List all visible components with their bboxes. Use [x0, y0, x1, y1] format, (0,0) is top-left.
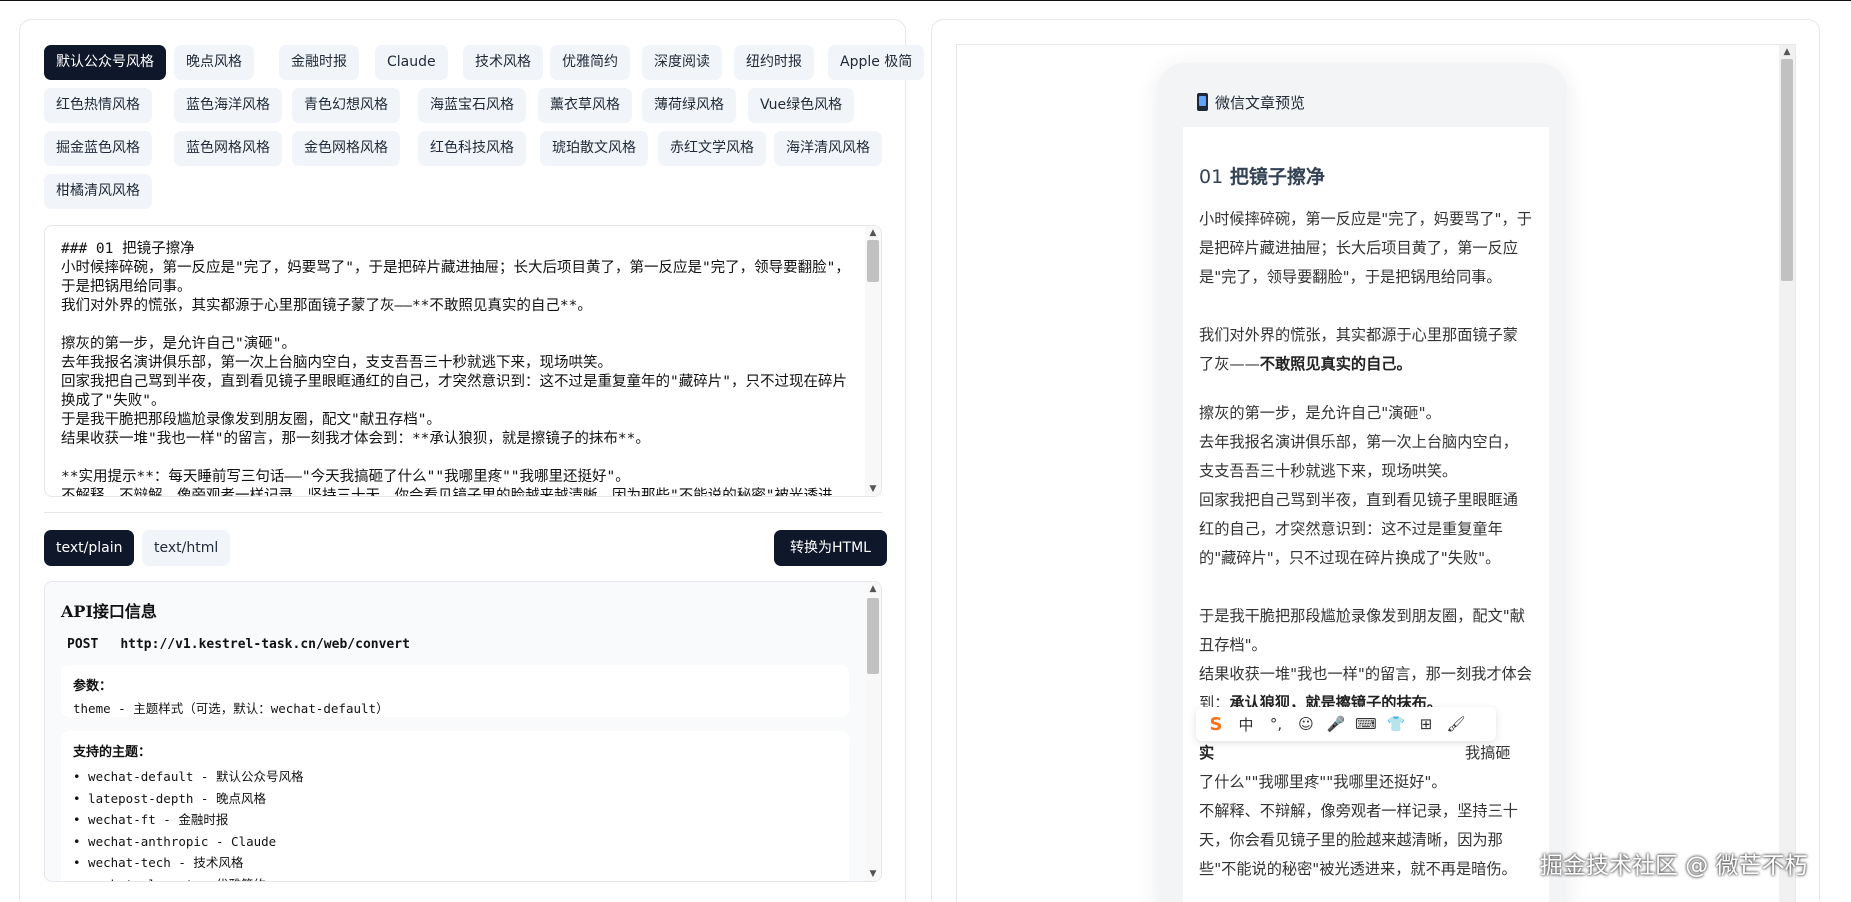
theme-chip[interactable]: 赤红文学风格	[658, 131, 766, 166]
ime-punctuation-icon[interactable]: °,	[1264, 712, 1288, 736]
theme-list-item: • latepost-depth - 晚点风格	[73, 790, 266, 806]
api-info-panel: API接口信息 POST http://v1.kestrel-task.cn/we…	[44, 581, 882, 882]
ime-chinese-mode[interactable]: 中	[1234, 712, 1258, 736]
editor-scrollbar[interactable]: ▲ ▼	[865, 226, 881, 496]
theme-chip[interactable]: 柑橘清风风格	[44, 174, 152, 209]
theme-chip[interactable]: 蓝色海洋风格	[174, 88, 282, 123]
phone-frame: 微信文章预览 01 把镜子擦净 小时候摔碎碗，第一反应是"完了，妈要骂了"，于是…	[1157, 63, 1567, 902]
preview-scrollbar[interactable]: ▲	[1779, 45, 1795, 902]
params-title: 参数：	[73, 679, 113, 694]
article-paragraph: 我们对外界的慌张，其实都源于心里那面镜子蒙了灰——不敢照见真实的自己。	[1199, 321, 1533, 379]
paragraph-bold: 不敢照见真实的自己。	[1259, 354, 1412, 373]
preview-area: 微信文章预览 01 把镜子擦净 小时候摔碎碗，第一反应是"完了，妈要骂了"，于是…	[956, 44, 1796, 902]
api-scroll-thumb[interactable]	[867, 598, 879, 674]
theme-chip[interactable]: 薰衣草风格	[538, 88, 632, 123]
theme-chip[interactable]: 薄荷绿风格	[642, 88, 736, 123]
theme-chip[interactable]: 深度阅读	[642, 45, 722, 80]
theme-chip[interactable]: 金色网格风格	[292, 131, 400, 166]
theme-chip[interactable]: 海洋清风风格	[774, 131, 882, 166]
editor-panel: 默认公众号风格 晚点风格 金融时报 Claude 技术风格 优雅简约 深度阅读 纽约时报 App…	[19, 19, 925, 901]
brush-icon[interactable]: 🖌	[1444, 712, 1468, 736]
theme-chip[interactable]: Claude	[375, 45, 448, 80]
theme-list-item: • wechat-anthropic - Claude	[73, 833, 277, 849]
paragraph-bold: 实	[1199, 744, 1215, 762]
themes-card: 支持的主题： • wechat-default - 默认公众号风格 • latep…	[61, 731, 849, 882]
paragraph-text: 了什么""我哪里疼""我哪里还挺好"。	[1199, 772, 1447, 791]
preview-scroll-thumb[interactable]	[1781, 59, 1793, 281]
preview-panel: 微信文章预览 01 把镜子擦净 小时候摔碎碗，第一反应是"完了，妈要骂了"，于是…	[931, 19, 1820, 902]
theme-chip[interactable]: 掘金蓝色风格	[44, 131, 152, 166]
phone-icon	[1197, 93, 1208, 111]
scroll-down-icon[interactable]: ▼	[865, 482, 881, 496]
preview-title: 微信文章预览	[1215, 94, 1306, 112]
article-paragraph: 擦灰的第一步，是允许自己"演砸"。	[1199, 404, 1441, 422]
themes-title: 支持的主题：	[73, 745, 152, 760]
watermark: 掘金技术社区 @ 微芒不朽	[1540, 853, 1808, 879]
scroll-up-icon[interactable]: ▲	[865, 226, 881, 240]
article-preview: 01 把镜子擦净 小时候摔碎碗，第一反应是"完了，妈要骂了"，于是把碎片藏进抽屉…	[1183, 127, 1549, 902]
theme-chip[interactable]: 优雅简约	[550, 45, 630, 80]
heading-text: 把镜子擦净	[1229, 166, 1325, 188]
paragraph-text: 我搞砸	[1465, 744, 1511, 762]
theme-chip[interactable]: 金融时报	[279, 45, 359, 80]
article-paragraph: 小时候摔碎碗，第一反应是"完了，妈要骂了"，于是把碎片藏进抽屉；长大后项目黄了，…	[1199, 210, 1532, 286]
theme-chip[interactable]: 红色热情风格	[44, 88, 152, 123]
theme-list: • wechat-default - 默认公众号风格 • latepost-dep…	[73, 766, 837, 882]
theme-chip[interactable]: 晚点风格	[174, 45, 254, 80]
tab-text-html[interactable]: text/html	[142, 530, 231, 566]
convert-to-html-button[interactable]: 转换为HTML	[774, 530, 887, 566]
article-paragraph: 去年我报名演讲俱乐部，第一次上台脑内空白，支支吾吾三十秒就逃下来，现场哄笑。	[1199, 433, 1518, 480]
heading-number: 01	[1199, 166, 1224, 188]
emoji-icon[interactable]: ☺	[1294, 712, 1318, 736]
keyboard-icon[interactable]: ⌨	[1354, 712, 1378, 736]
params-line: theme - 主题样式（可选，默认：wechat-default）	[73, 701, 389, 716]
tab-text-plain[interactable]: text/plain	[44, 530, 135, 566]
theme-chip[interactable]: 技术风格	[463, 45, 543, 80]
api-scrollbar[interactable]: ▲ ▼	[865, 582, 881, 881]
theme-chip[interactable]: 青色幻想风格	[292, 88, 400, 123]
ime-toolbar[interactable]: S 中 °, ☺ 🎤 ⌨ 👕 ⊞ 🖌	[1196, 707, 1496, 741]
scroll-up-icon[interactable]: ▲	[865, 582, 881, 596]
markdown-input[interactable]: ### 01 把镜子擦净 小时候摔碎碗，第一反应是"完了，妈要骂了"，于是把碎片…	[61, 240, 851, 496]
theme-chip[interactable]: 蓝色网格风格	[174, 131, 282, 166]
article-paragraph: 于是我干脆把那段尴尬录像发到朋友圈，配文"献丑存档"。	[1199, 607, 1525, 654]
article-paragraph: 不解释、不辩解，像旁观者一样记录，坚持三十天，你会看见镜子里的脸越来越清晰，因为…	[1199, 802, 1518, 878]
skin-icon[interactable]: 👕	[1384, 712, 1408, 736]
theme-chip[interactable]: 纽约时报	[734, 45, 814, 80]
api-title: API接口信息	[61, 602, 157, 621]
params-card: 参数： theme - 主题样式（可选，默认：wechat-default）	[61, 665, 849, 717]
article-paragraph: 实 我搞砸 了什么""我哪里疼""我哪里还挺好"。	[1199, 739, 1533, 797]
theme-list-item: • wechat-default - 默认公众号风格	[73, 769, 304, 784]
scroll-down-icon[interactable]: ▼	[865, 867, 881, 881]
theme-chip[interactable]: Vue绿色风格	[748, 88, 855, 123]
theme-chip[interactable]: 海蓝宝石风格	[418, 88, 526, 123]
theme-list-item: • wechat-elegant - 优雅简约	[73, 874, 837, 882]
scroll-up-icon[interactable]: ▲	[1779, 45, 1795, 59]
api-method: POST	[67, 637, 99, 652]
article-heading: 01 把镜子擦净	[1199, 162, 1325, 189]
phone-header: 微信文章预览	[1157, 63, 1567, 127]
theme-chip[interactable]: 琥珀散文风格	[540, 131, 648, 166]
sogou-logo-icon[interactable]: S	[1204, 712, 1228, 736]
theme-list-item: • wechat-ft - 金融时报	[73, 812, 229, 827]
microphone-icon[interactable]: 🎤	[1324, 712, 1348, 736]
markdown-editor[interactable]: ### 01 把镜子擦净 小时候摔碎碗，第一反应是"完了，妈要骂了"，于是把碎片…	[44, 225, 882, 497]
article-paragraph: 回家我把自己骂到半夜，直到看见镜子里眼眶通红的自己，才突然意识到：这不过是重复童…	[1199, 491, 1518, 567]
theme-chip[interactable]: 红色科技风格	[418, 131, 526, 166]
api-url: http://v1.kestrel-task.cn/web/convert	[120, 637, 410, 652]
theme-chip[interactable]: 默认公众号风格	[44, 45, 166, 80]
api-endpoint: POST http://v1.kestrel-task.cn/web/conver…	[67, 637, 410, 652]
editor-scroll-thumb[interactable]	[867, 240, 879, 282]
theme-chip[interactable]: Apple 极简	[828, 45, 925, 80]
toolbox-icon[interactable]: ⊞	[1414, 712, 1438, 736]
divider	[44, 512, 882, 513]
theme-list-item: • wechat-tech - 技术风格	[73, 855, 244, 870]
